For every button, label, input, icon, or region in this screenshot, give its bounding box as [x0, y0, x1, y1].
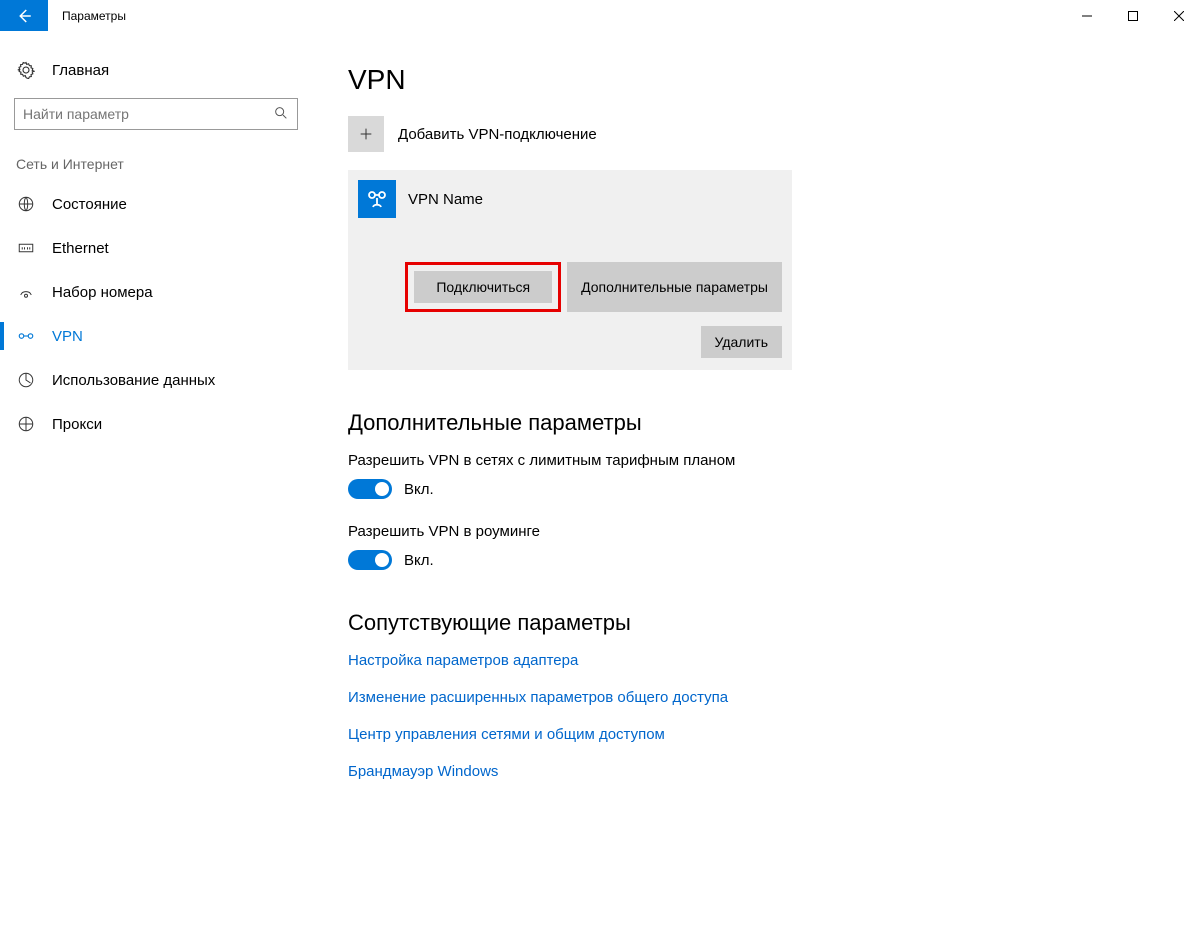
connect-highlight: Подключиться [405, 262, 561, 312]
globe-icon [16, 194, 36, 214]
sidebar-item-status[interactable]: Состояние [0, 182, 312, 226]
close-button[interactable] [1156, 0, 1202, 31]
page-heading: VPN [348, 64, 1162, 96]
toggle-state: Вкл. [404, 481, 434, 498]
sidebar-item-label: Ethernet [52, 240, 109, 257]
search-field[interactable] [23, 106, 273, 122]
vpn-connection-name: VPN Name [408, 191, 483, 208]
toggle-label: Разрешить VPN в сетях с лимитным тарифны… [348, 452, 1162, 469]
related-heading: Сопутствующие параметры [348, 610, 1162, 636]
sidebar-section-label: Сеть и Интернет [0, 146, 312, 182]
toggle-label: Разрешить VPN в роуминге [348, 523, 1162, 540]
sidebar-item-label: Набор номера [52, 284, 153, 301]
sidebar-item-label: Прокси [52, 416, 102, 433]
toggle-switch-metered[interactable] [348, 479, 392, 499]
add-vpn-label: Добавить VPN-подключение [398, 126, 597, 143]
related-links: Настройка параметров адаптера Изменение … [348, 652, 1162, 780]
link-advanced-sharing[interactable]: Изменение расширенных параметров общего … [348, 689, 1162, 706]
vpn-connection-icon [358, 180, 396, 218]
toggle-switch-roaming[interactable] [348, 550, 392, 570]
dialup-icon [16, 282, 36, 302]
vpn-connection-card[interactable]: VPN Name Подключиться Дополнительные пар… [348, 170, 792, 370]
main-content: VPN Добавить VPN-подключение VPN Name По… [312, 32, 1202, 933]
add-vpn-row[interactable]: Добавить VPN-подключение [348, 114, 1162, 154]
advanced-heading: Дополнительные параметры [348, 410, 1162, 436]
maximize-button[interactable] [1110, 0, 1156, 31]
sidebar: Главная Сеть и Интернет Состояние Ethern… [0, 32, 312, 933]
sidebar-item-ethernet[interactable]: Ethernet [0, 226, 312, 270]
search-icon [273, 105, 289, 124]
vpn-icon [16, 326, 36, 346]
maximize-icon [1128, 11, 1138, 21]
plus-icon [348, 116, 384, 152]
arrow-left-icon [15, 7, 33, 25]
data-usage-icon [16, 370, 36, 390]
link-network-center[interactable]: Центр управления сетями и общим доступом [348, 726, 1162, 743]
toggle-state: Вкл. [404, 552, 434, 569]
window-controls [1064, 0, 1202, 31]
delete-button[interactable]: Удалить [701, 326, 782, 358]
proxy-icon [16, 414, 36, 434]
minimize-button[interactable] [1064, 0, 1110, 31]
back-button[interactable] [0, 0, 48, 31]
link-firewall[interactable]: Брандмауэр Windows [348, 763, 1162, 780]
sidebar-item-vpn[interactable]: VPN [0, 314, 312, 358]
ethernet-icon [16, 238, 36, 258]
sidebar-item-data-usage[interactable]: Использование данных [0, 358, 312, 402]
connect-button[interactable]: Подключиться [414, 271, 552, 303]
sidebar-item-label: Состояние [52, 196, 127, 213]
sidebar-item-dialup[interactable]: Набор номера [0, 270, 312, 314]
sidebar-home-label: Главная [52, 62, 109, 79]
gear-icon [16, 60, 36, 80]
sidebar-item-label: VPN [52, 328, 83, 345]
toggle-roaming: Разрешить VPN в роуминге Вкл. [348, 523, 1162, 570]
advanced-options-button[interactable]: Дополнительные параметры [567, 262, 782, 312]
minimize-icon [1082, 11, 1092, 21]
sidebar-home[interactable]: Главная [0, 50, 312, 90]
sidebar-item-proxy[interactable]: Прокси [0, 402, 312, 446]
sidebar-item-label: Использование данных [52, 372, 215, 389]
toggle-metered: Разрешить VPN в сетях с лимитным тарифны… [348, 452, 1162, 499]
link-adapter-settings[interactable]: Настройка параметров адаптера [348, 652, 1162, 669]
search-input[interactable] [14, 98, 298, 130]
titlebar: Параметры [0, 0, 1202, 32]
close-icon [1174, 11, 1184, 21]
window-title: Параметры [48, 0, 1064, 31]
